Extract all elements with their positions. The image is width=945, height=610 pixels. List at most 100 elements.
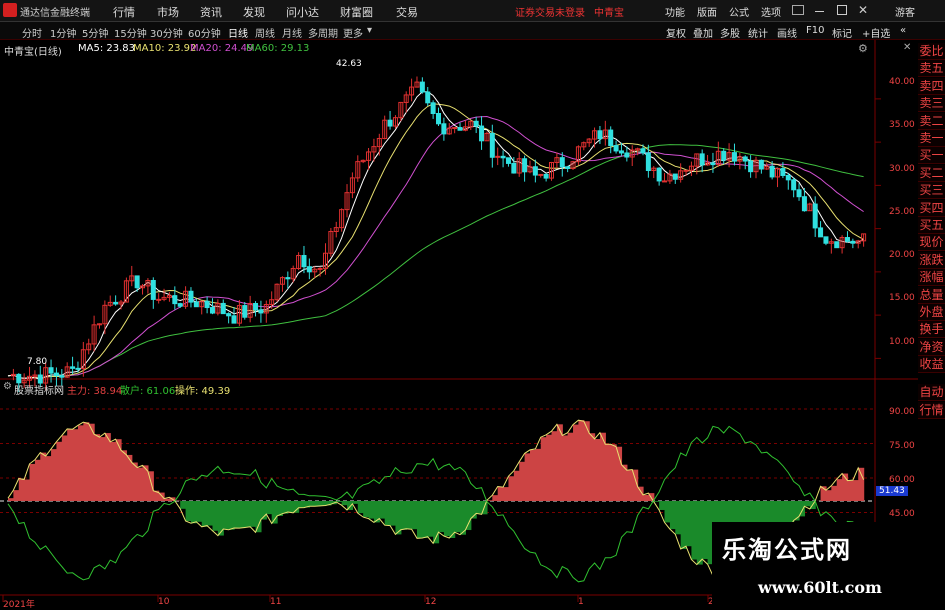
- side-tab[interactable]: 收益: [918, 356, 945, 373]
- side-tab[interactable]: 买二: [918, 165, 945, 182]
- indicator-area-bar: [223, 501, 229, 529]
- candle-body: [560, 158, 564, 167]
- btn-zixuan[interactable]: +自选: [862, 25, 890, 40]
- indicator-area-bar: [78, 425, 84, 501]
- indicator-area-bar: [595, 439, 601, 501]
- candle-body: [673, 174, 677, 179]
- side-tab-lower[interactable]: 行情: [918, 402, 945, 419]
- menu-wenxiaoda[interactable]: 问小达: [286, 4, 319, 20]
- timeframe-toolbar: 分时 1分钟 5分钟 15分钟 30分钟 60分钟 日线 周线 月线 多周期 更…: [0, 22, 945, 40]
- trade-status[interactable]: 证券交易未登录: [515, 4, 585, 19]
- side-tab[interactable]: 买三: [918, 182, 945, 199]
- tf-fenshi[interactable]: 分时: [22, 25, 42, 40]
- candle-body: [598, 131, 602, 139]
- side-tab[interactable]: 涨跌: [918, 252, 945, 269]
- btn-fuquan[interactable]: 复权: [666, 25, 686, 40]
- indicator-area-bar: [186, 501, 192, 521]
- tf-more[interactable]: 更多: [343, 25, 363, 40]
- candle-body: [210, 308, 214, 314]
- collapse-arrow-icon[interactable]: «: [900, 25, 906, 36]
- tf-multi[interactable]: 多周期: [308, 25, 338, 40]
- indicator-area-bar: [847, 481, 853, 501]
- indicator-area-bar: [19, 478, 25, 501]
- candle-body: [205, 301, 209, 307]
- indicator-area-bar: [191, 501, 197, 523]
- close-icon[interactable]: ✕: [858, 3, 868, 17]
- indicator-area-bar: [250, 501, 256, 527]
- candle-body: [663, 181, 667, 182]
- btn-duogu[interactable]: 多股: [720, 25, 740, 40]
- btn-biaoji[interactable]: 标记: [832, 25, 852, 40]
- side-tab[interactable]: 卖四: [918, 78, 945, 95]
- indicator-area-bar: [99, 437, 105, 501]
- side-tab[interactable]: 净资: [918, 339, 945, 356]
- btn-tongji[interactable]: 统计: [748, 25, 768, 40]
- indicator-settings-icon[interactable]: ⚙: [3, 381, 12, 392]
- menu-gongshi[interactable]: 公式: [729, 4, 749, 19]
- indicator-area-bar: [132, 463, 138, 501]
- side-tab[interactable]: 外盘: [918, 304, 945, 321]
- side-tab[interactable]: 买一: [918, 147, 945, 164]
- tf-15min[interactable]: 15分钟: [114, 25, 147, 40]
- indicator-area-bar: [239, 501, 245, 528]
- indicator-area-bar: [691, 501, 697, 560]
- candle-body: [307, 267, 311, 272]
- btn-huaxian[interactable]: 画线: [777, 25, 797, 40]
- side-tab[interactable]: 委比: [918, 43, 945, 60]
- candle-body: [286, 278, 290, 279]
- candle-body: [194, 302, 198, 307]
- side-tab-lower[interactable]: 自动: [918, 384, 945, 401]
- side-tab[interactable]: 现价: [918, 234, 945, 251]
- btn-f10[interactable]: F10: [806, 25, 824, 36]
- indicator-area-bar: [643, 495, 649, 501]
- menu-faxian[interactable]: 发现: [243, 4, 265, 20]
- btn-diejia[interactable]: 叠加: [693, 25, 713, 40]
- candle-body: [388, 120, 392, 126]
- tf-5min[interactable]: 5分钟: [82, 25, 108, 40]
- minimize-icon[interactable]: [815, 11, 824, 12]
- indicator-tick: 75.00: [889, 441, 915, 451]
- menu-gongneng[interactable]: 功能: [665, 4, 685, 19]
- candle-body: [544, 174, 548, 178]
- tf-weekly[interactable]: 周线: [255, 25, 275, 40]
- candle-body: [646, 153, 650, 171]
- candle-body: [657, 168, 661, 181]
- menu-hangqing[interactable]: 行情: [113, 4, 135, 20]
- tf-60min[interactable]: 60分钟: [188, 25, 221, 40]
- menu-xuanxiang[interactable]: 选项: [761, 4, 781, 19]
- side-tab[interactable]: 卖三: [918, 95, 945, 112]
- tf-1min[interactable]: 1分钟: [50, 25, 76, 40]
- date-label: 1: [578, 597, 584, 607]
- indicator-area-bar: [552, 431, 558, 501]
- side-tab[interactable]: 卖五: [918, 60, 945, 77]
- indicator-name[interactable]: 股票指标网: [14, 382, 64, 397]
- candle-body: [426, 92, 430, 103]
- menu-zixun[interactable]: 资讯: [200, 4, 222, 20]
- menu-jiaoyi[interactable]: 交易: [396, 4, 418, 20]
- side-tab[interactable]: 换手: [918, 321, 945, 338]
- indicator-area-bar: [342, 501, 348, 505]
- guest-label[interactable]: 游客: [895, 4, 915, 19]
- side-tab[interactable]: 买五: [918, 217, 945, 234]
- indicator-area-bar: [476, 501, 482, 513]
- menu-shichang[interactable]: 市场: [157, 4, 179, 20]
- tf-monthly[interactable]: 月线: [282, 25, 302, 40]
- window-icon[interactable]: [792, 5, 804, 15]
- tf-daily[interactable]: 日线: [228, 25, 248, 40]
- tf-30min[interactable]: 30分钟: [150, 25, 183, 40]
- menu-banmian[interactable]: 版面: [697, 4, 717, 19]
- candle-body: [802, 197, 806, 211]
- side-tab[interactable]: 总量: [918, 287, 945, 304]
- candle-body: [759, 160, 763, 169]
- menu-caifuquan[interactable]: 财富圈: [340, 4, 373, 20]
- chevron-down-icon[interactable]: ▾: [367, 25, 372, 36]
- side-tab[interactable]: 卖二: [918, 113, 945, 130]
- side-tab[interactable]: 卖一: [918, 130, 945, 147]
- indicator-area-bar: [358, 501, 364, 513]
- side-tab[interactable]: 买四: [918, 200, 945, 217]
- maximize-icon[interactable]: [837, 5, 847, 15]
- candle-body: [786, 175, 790, 179]
- indicator-area-bar: [611, 444, 617, 501]
- side-tab[interactable]: 涨幅: [918, 269, 945, 286]
- candle-body: [523, 159, 527, 172]
